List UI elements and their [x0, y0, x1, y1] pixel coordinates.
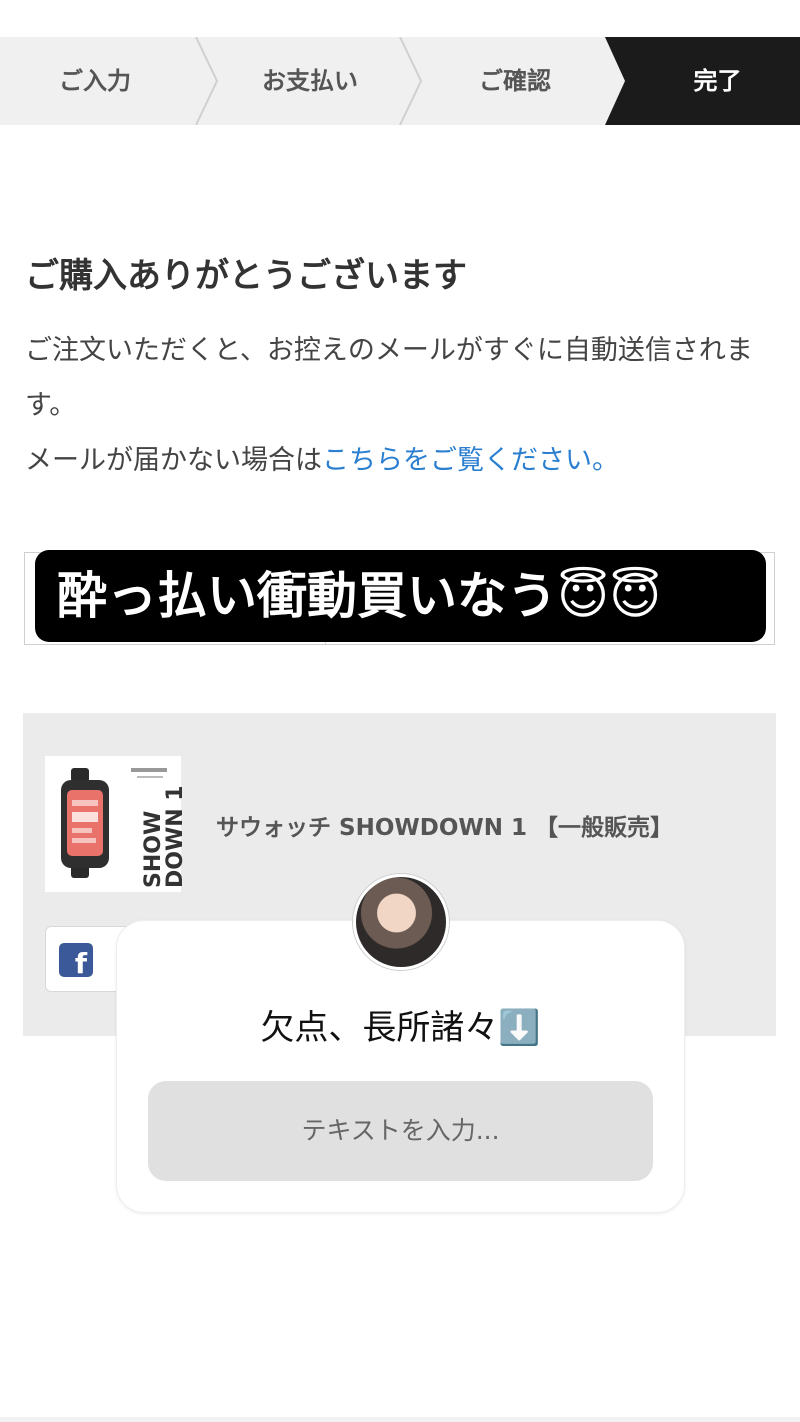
step-complete: 完了 — [693, 67, 742, 95]
checkout-steps: ご入力 お支払い ご確認 完了 — [0, 37, 800, 125]
email-help-prefix: メールが届かない場合は — [25, 445, 322, 476]
email-help-line: メールが届かない場合はこちらをご覧ください。 — [25, 433, 785, 488]
product-name[interactable]: サウォッチ SHOWDOWN 1 【一般販売】 — [216, 808, 673, 842]
avatar — [353, 874, 449, 970]
product-thumbnail[interactable]: SHOW DOWN 1 — [45, 756, 188, 892]
step-confirm: ご確認 — [479, 67, 551, 95]
product-thumb-text: SHOW DOWN 1 — [141, 785, 188, 888]
answer-input[interactable]: テキストを入力... — [148, 1081, 653, 1181]
bottom-divider — [0, 1417, 800, 1422]
email-help-link[interactable]: こちらをご覧ください。 — [322, 445, 619, 476]
step-input: ご入力 — [59, 67, 131, 95]
step-payment: お支払い — [262, 67, 358, 95]
story-text-sticker[interactable]: 酔っ払い衝動買いなう😇😇 — [35, 550, 766, 642]
email-notice: ご注文いただくと、お控えのメールがすぐに自動送信されます。 — [25, 335, 753, 421]
question-text: 欠点、長所諸々⬇️ — [260, 1008, 541, 1048]
facebook-icon: f — [59, 943, 93, 977]
thanks-message: ご注文いただくと、お控えのメールがすぐに自動送信されます。 メールが届かない場合… — [25, 323, 785, 488]
page-title: ご購入ありがとうございます — [25, 256, 467, 296]
